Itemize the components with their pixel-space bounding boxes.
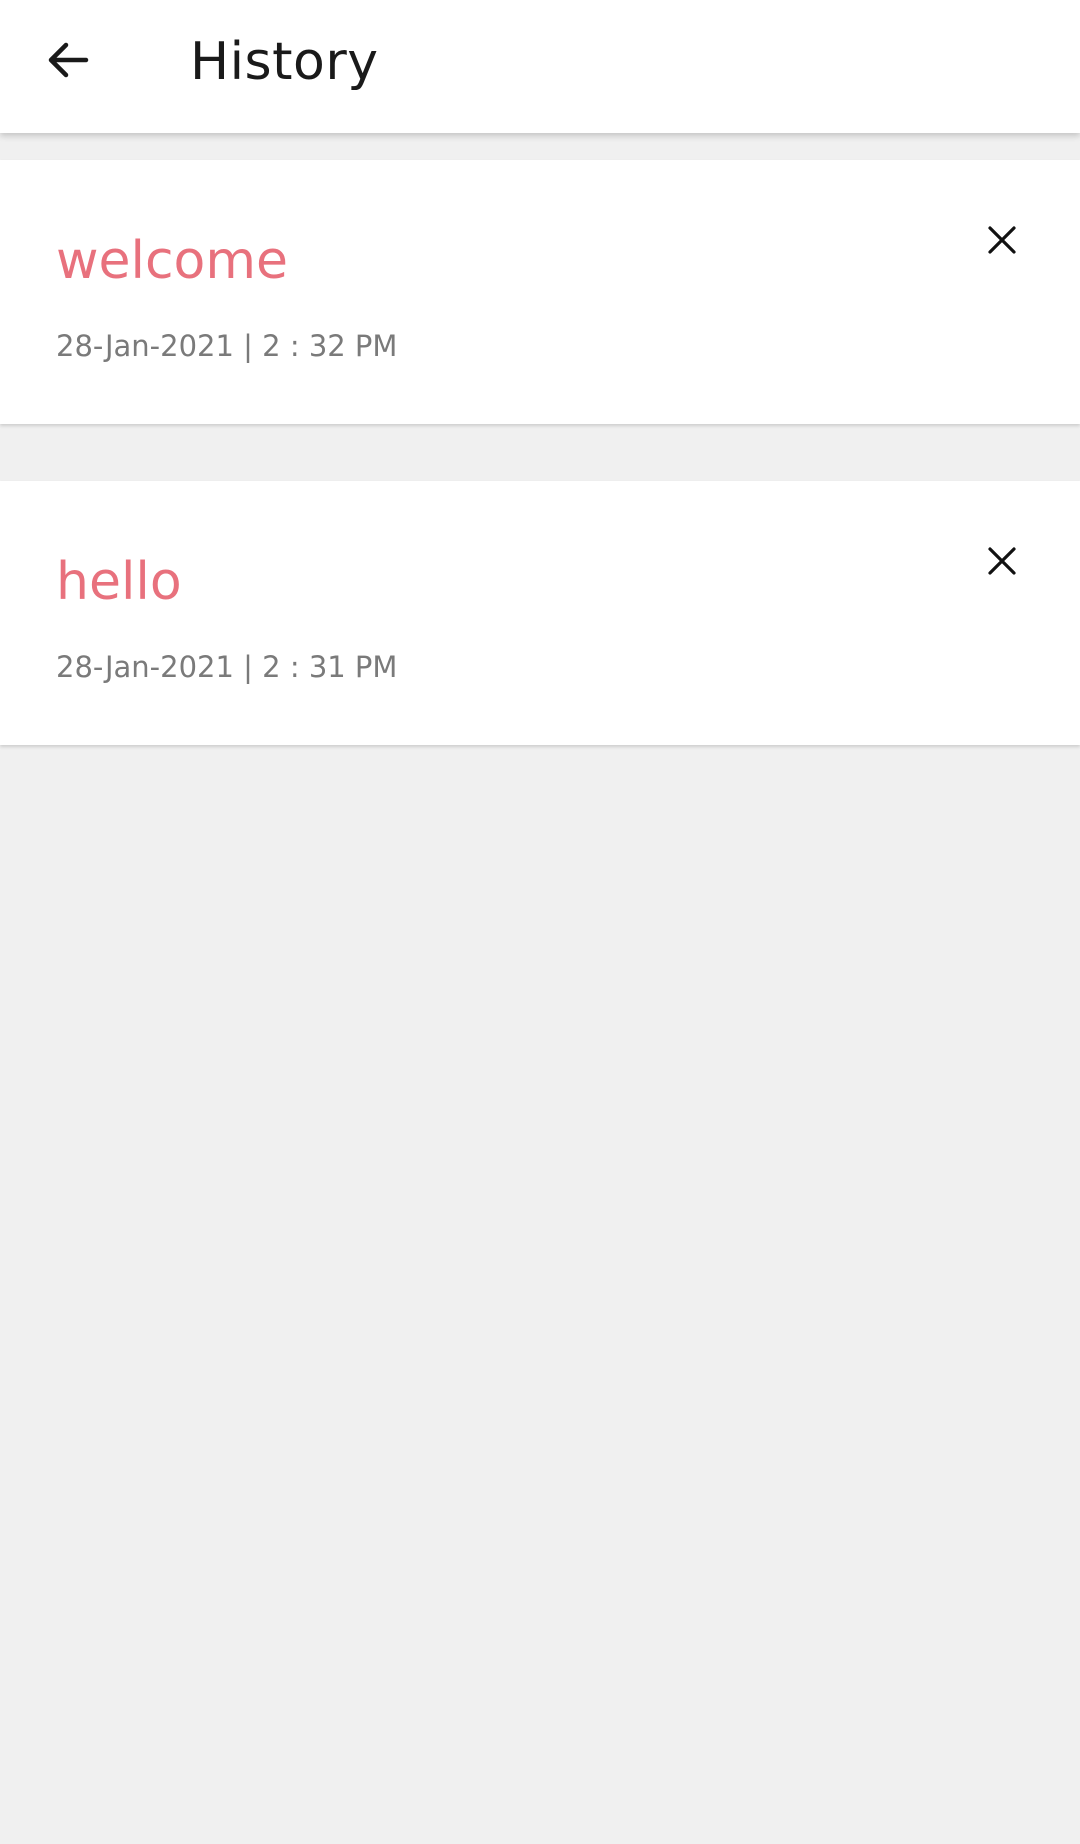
arrow-left-icon — [48, 42, 89, 78]
app-bar: History — [0, 0, 1080, 133]
history-item-text: hello — [56, 552, 182, 612]
page-title: History — [190, 32, 379, 92]
history-item[interactable]: hello 28-Jan-2021 | 2 : 31 PM — [0, 481, 1080, 745]
close-icon — [988, 226, 1016, 254]
delete-item-button[interactable] — [972, 210, 1032, 270]
delete-item-button[interactable] — [972, 531, 1032, 591]
history-item[interactable]: welcome 28-Jan-2021 | 2 : 32 PM — [0, 160, 1080, 424]
history-list: welcome 28-Jan-2021 | 2 : 32 PM hello 28… — [0, 160, 1080, 802]
close-icon — [988, 547, 1016, 575]
back-button[interactable] — [36, 28, 100, 92]
history-item-datetime: 28-Jan-2021 | 2 : 31 PM — [56, 650, 398, 684]
history-item-text: welcome — [56, 231, 289, 291]
history-item-datetime: 28-Jan-2021 | 2 : 32 PM — [56, 329, 398, 363]
